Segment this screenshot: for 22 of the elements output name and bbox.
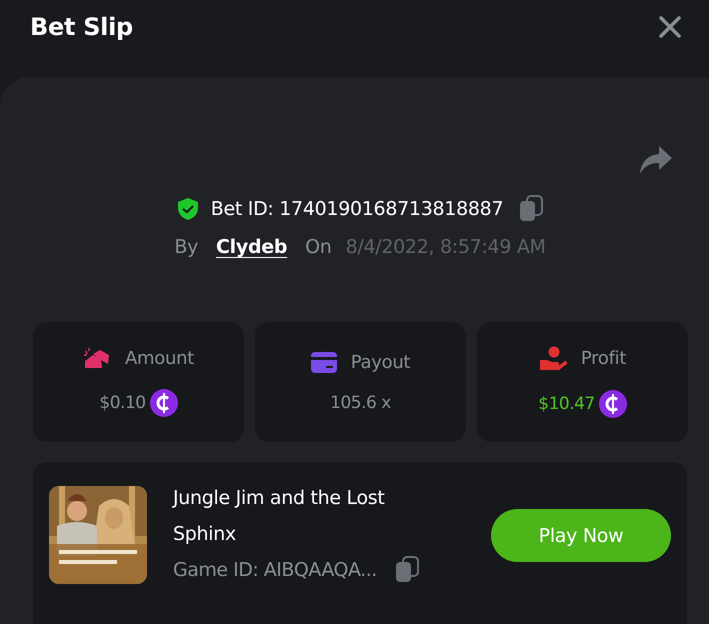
- ingots-icon: [83, 347, 112, 369]
- game-title: Jungle Jim and the Lost Sphinx: [173, 486, 386, 547]
- user-link[interactable]: Clydeb: [216, 236, 288, 258]
- game-id: Game ID: AIBQAAQA...: [173, 558, 377, 580]
- copy-icon: [394, 556, 419, 583]
- bet-id: Bet ID: 1740190168713818887: [210, 198, 504, 220]
- by-label: By: [174, 236, 198, 258]
- stat-value: 105.6 x: [330, 392, 391, 412]
- stat-value: $10.47: [538, 394, 595, 414]
- copy-button[interactable]: [394, 556, 419, 583]
- close-button[interactable]: [657, 14, 683, 40]
- stat-label: Payout: [350, 352, 410, 372]
- stat-value: $0.10: [99, 393, 146, 413]
- copy-icon: [519, 195, 544, 222]
- on-label: On: [305, 236, 332, 258]
- copy-button[interactable]: [519, 195, 544, 222]
- card-icon: [310, 352, 337, 372]
- stat-label: Amount: [125, 348, 194, 368]
- bet-date: 8/4/2022, 8:57:49 AM: [346, 236, 546, 258]
- dialog-title: Bet Slip: [30, 13, 133, 41]
- stat-label: Profit: [580, 348, 626, 368]
- hand-coin-icon: [538, 346, 567, 370]
